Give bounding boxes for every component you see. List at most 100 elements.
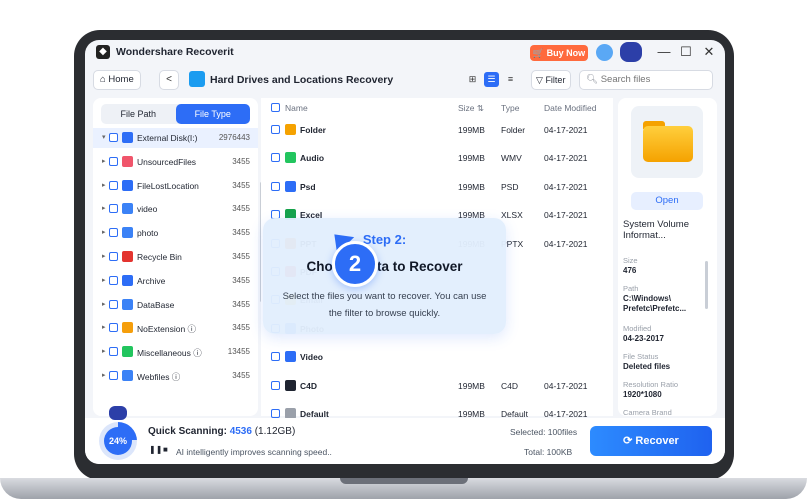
- expand-arrow-icon[interactable]: ▸: [102, 181, 106, 189]
- filter-button[interactable]: ▽ Filter: [531, 70, 571, 90]
- tree-item-checkbox[interactable]: [109, 133, 118, 142]
- minimize-button[interactable]: —: [657, 44, 671, 60]
- tree-item-checkbox[interactable]: [109, 371, 118, 380]
- file-type-icon: [122, 298, 133, 310]
- tree-item[interactable]: ▸ Miscellaneous ⓘ 13455: [93, 342, 258, 362]
- table-row[interactable]: Video: [261, 343, 613, 371]
- select-all-checkbox[interactable]: [271, 103, 280, 112]
- expand-arrow-icon[interactable]: ▾: [102, 133, 106, 141]
- file-type: Folder: [501, 125, 526, 135]
- row-checkbox[interactable]: [271, 125, 280, 134]
- file-icon: [285, 379, 296, 391]
- tree-item-label: External Disk(I:): [137, 133, 198, 143]
- file-type-icon: [122, 179, 133, 191]
- step-tooltip: Step 2: Choose Data to Recover Select th…: [263, 218, 506, 334]
- scan-size: (1.12GB): [254, 426, 296, 437]
- list-view-icon[interactable]: ☰: [484, 72, 499, 87]
- header-type[interactable]: Type: [501, 103, 519, 113]
- tree-item-label: UnsourcedFiles: [137, 156, 197, 167]
- tree-item[interactable]: ▾ External Disk(I:) 2976443: [93, 128, 258, 148]
- file-name: Audio: [300, 153, 325, 164]
- tab-file-type[interactable]: File Type: [175, 104, 250, 124]
- tree-item-checkbox[interactable]: [109, 323, 118, 333]
- table-row[interactable]: Folder 199MB Folder 04-17-2021: [261, 116, 613, 144]
- file-date: 04-17-2021: [544, 238, 588, 249]
- maximize-button[interactable]: ☐: [679, 44, 693, 60]
- tab-file-path[interactable]: File Path: [101, 104, 176, 124]
- tree-item-checkbox[interactable]: [109, 228, 118, 238]
- expand-arrow-icon[interactable]: ▸: [102, 347, 106, 355]
- tree-item-checkbox[interactable]: [109, 299, 118, 309]
- home-button[interactable]: ⌂ Home: [93, 70, 141, 90]
- tree-item-checkbox[interactable]: [109, 252, 118, 261]
- robot-assistant-icon[interactable]: [620, 42, 642, 62]
- resolution-label: Resolution Ratio: [623, 380, 679, 389]
- tree-item[interactable]: ▸ photo 3455: [93, 223, 258, 243]
- tree-item[interactable]: ▸ Webfiles ⓘ 3455: [93, 366, 258, 386]
- close-button[interactable]: ✕: [702, 44, 716, 60]
- table-row[interactable]: Psd 199MB PSD 04-17-2021: [261, 173, 613, 201]
- detail-view-icon[interactable]: ≡: [503, 72, 518, 87]
- resolution-value: 1920*1080: [623, 390, 662, 399]
- expand-arrow-icon[interactable]: ▸: [102, 204, 106, 212]
- expand-arrow-icon[interactable]: ▸: [102, 323, 106, 331]
- expand-arrow-icon[interactable]: ▸: [102, 276, 106, 284]
- file-name: C4D: [300, 380, 318, 391]
- file-type-panel: File Path File Type ▾ External Disk(I:) 29…: [93, 98, 263, 416]
- tree-item-checkbox[interactable]: [109, 347, 118, 357]
- header-name[interactable]: Name: [285, 103, 308, 113]
- expand-arrow-icon[interactable]: ▸: [102, 157, 106, 165]
- tree-item[interactable]: ▸ FileLostLocation 3455: [93, 176, 258, 196]
- tree-item-label: video: [137, 204, 158, 215]
- row-checkbox[interactable]: [271, 380, 280, 390]
- preview-folder-icon: [631, 106, 703, 178]
- file-type-icon: [122, 346, 133, 358]
- file-size: 199MB: [458, 380, 485, 391]
- scan-progress-text: 24%: [104, 427, 132, 455]
- row-checkbox[interactable]: [271, 352, 280, 362]
- recover-button[interactable]: ⟳ Recover: [590, 426, 712, 456]
- file-name: Psd: [300, 181, 316, 192]
- details-scrollbar[interactable]: [705, 261, 708, 309]
- expand-arrow-icon[interactable]: ▸: [102, 252, 106, 260]
- back-button[interactable]: <: [159, 70, 179, 90]
- row-checkbox[interactable]: [271, 409, 280, 418]
- expand-arrow-icon[interactable]: ▸: [102, 228, 106, 236]
- tree-item[interactable]: ▸ Recycle Bin 3455: [93, 247, 258, 267]
- tree-item-checkbox[interactable]: [109, 180, 118, 190]
- scan-status: Quick Scanning: 4536 (1.12GB): [148, 426, 296, 437]
- tree-item-checkbox[interactable]: [109, 204, 118, 214]
- tree-item-checkbox[interactable]: [109, 275, 118, 285]
- row-checkbox[interactable]: [271, 181, 280, 191]
- tree-item[interactable]: ▸ video 3455: [93, 199, 258, 219]
- table-row[interactable]: C4D 199MB C4D 04-17-2021: [261, 372, 613, 400]
- nav-bar: ⌂ Home < Hard Drives and Locations Recov…: [85, 68, 725, 94]
- file-icon: [285, 124, 296, 135]
- search-field[interactable]: 🔍︎: [579, 70, 713, 90]
- tree-item[interactable]: ▸ Archive 3455: [93, 271, 258, 291]
- tree-item[interactable]: ▸ DataBase 3455: [93, 295, 258, 315]
- search-input[interactable]: [600, 74, 701, 85]
- open-button[interactable]: Open: [631, 192, 703, 210]
- file-type: C4D: [501, 380, 519, 391]
- table-row[interactable]: Audio 199MB WMV 04-17-2021: [261, 144, 613, 172]
- selected-count: Selected: 100files: [510, 427, 578, 437]
- tree-item[interactable]: ▸ NoExtension ⓘ 3455: [93, 318, 258, 338]
- header-date[interactable]: Date Modified: [544, 103, 596, 113]
- stop-icon[interactable]: ■: [163, 445, 168, 454]
- bottom-bar: 24% Quick Scanning: 4536 (1.12GB) ❚❚ ■ A…: [85, 406, 725, 464]
- tree-item-count: 3455: [232, 371, 250, 380]
- buy-now-button[interactable]: 🛒 Buy Now: [530, 45, 588, 61]
- expand-arrow-icon[interactable]: ▸: [102, 371, 106, 379]
- row-checkbox[interactable]: [271, 153, 280, 163]
- user-avatar[interactable]: [596, 44, 613, 61]
- app-logo-icon: ◆: [96, 45, 110, 59]
- tree-item-label: DataBase: [137, 299, 175, 310]
- tree-item-checkbox[interactable]: [109, 156, 118, 166]
- thumbnail-view-icon[interactable]: ⊞: [465, 72, 480, 87]
- step-body: Select the files you want to recover. Yo…: [282, 291, 487, 319]
- expand-arrow-icon[interactable]: ▸: [102, 300, 106, 308]
- pause-icon[interactable]: ❚❚: [149, 445, 162, 454]
- header-size[interactable]: Size ⇅: [458, 103, 484, 114]
- tree-item[interactable]: ▸ UnsourcedFiles 3455: [93, 152, 258, 172]
